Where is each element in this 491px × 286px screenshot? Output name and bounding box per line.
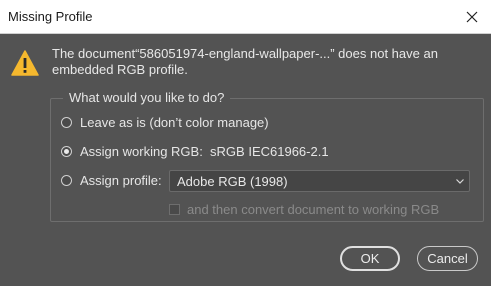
close-icon[interactable] [463,8,481,26]
option-leave-as-is-label: Leave as is (don’t color manage) [80,114,269,130]
profile-select[interactable]: Adobe RGB (1998) [169,170,470,192]
options-legend: What would you like to do? [63,90,231,105]
ok-button[interactable]: OK [340,246,400,271]
option-assign-working-rgb-label: Assign working RGB: sRGB IEC61966-2.1 [80,143,329,159]
profile-select-value: Adobe RGB (1998) [177,174,288,189]
option-assign-working-rgb[interactable]: Assign working RGB: sRGB IEC61966-2.1 [61,142,329,160]
dialog-body: The document“586051974-england-wallpaper… [0,34,491,286]
window-title: Missing Profile [8,9,93,24]
title-bar: Missing Profile [0,0,491,34]
options-group: What would you like to do? Leave as is (… [50,90,484,222]
convert-checkbox-label: and then convert document to working RGB [187,201,440,217]
radio-assign-working-rgb[interactable] [61,145,72,157]
radio-leave-as-is[interactable] [61,116,72,128]
convert-option: and then convert document to working RGB [169,201,439,217]
option-leave-as-is[interactable]: Leave as is (don’t color manage) [61,113,269,131]
convert-checkbox [169,203,180,215]
warning-icon [11,50,39,76]
message-text: The document“586051974-england-wallpaper… [52,46,472,78]
cancel-button[interactable]: Cancel [417,246,478,271]
message-line-2: embedded RGB profile. [52,62,188,77]
message-line-1: The document“586051974-england-wallpaper… [52,46,438,61]
option-assign-profile-label: Assign profile: [80,172,162,188]
radio-assign-profile[interactable] [61,174,72,186]
chevron-down-icon [456,179,464,184]
option-assign-profile[interactable]: Assign profile: [61,171,162,189]
